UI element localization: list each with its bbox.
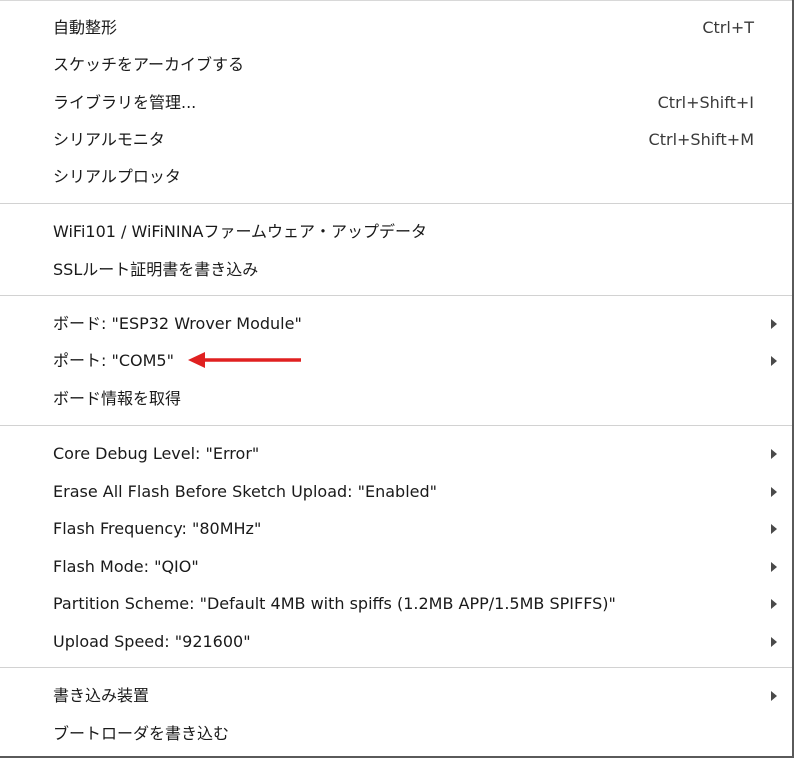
menu-item-serial-plotter[interactable]: シリアルプロッタ (0, 158, 792, 195)
chevron-right-icon (771, 319, 777, 329)
menu-item-wifi-firmware-updater[interactable]: WiFi101 / WiFiNINAファームウェア・アップデータ (0, 213, 792, 250)
menu-item-shortcut: Ctrl+Shift+I (657, 93, 754, 112)
menu-item-label: SSLルート証明書を書き込み (53, 260, 259, 279)
menu-item-shortcut: Ctrl+T (702, 18, 754, 37)
menu-separator (0, 425, 792, 426)
menu-item-upload-ssl-certificates[interactable]: SSLルート証明書を書き込み (0, 251, 792, 288)
chevron-right-icon (771, 691, 777, 701)
menu-item-label: ポート: "COM5" (53, 351, 174, 370)
red-arrow-icon (188, 352, 301, 368)
menu-item-label: Flash Frequency: "80MHz" (53, 519, 262, 538)
menu-item-flash-frequency[interactable]: Flash Frequency: "80MHz" (0, 510, 792, 547)
menu-item-label: Flash Mode: "QIO" (53, 557, 199, 576)
menu-item-shortcut: Ctrl+Shift+M (648, 130, 754, 149)
chevron-right-icon (771, 356, 777, 366)
menu-separator (0, 203, 792, 204)
menu-item-label: シリアルモニタ (53, 130, 165, 149)
menu-item-erase-all-flash[interactable]: Erase All Flash Before Sketch Upload: "E… (0, 473, 792, 510)
menu-item-label: 書き込み装置 (53, 686, 150, 705)
menu-item-upload-speed[interactable]: Upload Speed: "921600" (0, 623, 792, 660)
menu-item-label: シリアルプロッタ (53, 167, 181, 186)
menu-item-label: WiFi101 / WiFiNINAファームウェア・アップデータ (53, 222, 428, 241)
menu-item-board-info[interactable]: ボード情報を取得 (0, 380, 792, 417)
menu-item-auto-format[interactable]: 自動整形 Ctrl+T (0, 9, 792, 46)
menu-separator (0, 295, 792, 296)
chevron-right-icon (771, 524, 777, 534)
menu-item-manage-libraries[interactable]: ライブラリを管理... Ctrl+Shift+I (0, 84, 792, 121)
menu-item-partition-scheme[interactable]: Partition Scheme: "Default 4MB with spif… (0, 585, 792, 622)
menu-item-flash-mode[interactable]: Flash Mode: "QIO" (0, 548, 792, 585)
menu-item-archive-sketch[interactable]: スケッチをアーカイブする (0, 46, 792, 83)
menu-item-label: ボード情報を取得 (53, 389, 182, 408)
menu-item-board[interactable]: ボード: "ESP32 Wrover Module" (0, 305, 792, 342)
chevron-right-icon (771, 599, 777, 609)
chevron-right-icon (771, 637, 777, 647)
menu-top-edge (0, 0, 792, 1)
menu-item-label: Upload Speed: "921600" (53, 632, 251, 651)
chevron-right-icon (771, 487, 777, 497)
menu-item-label: Core Debug Level: "Error" (53, 444, 260, 463)
menu-item-label: 自動整形 (53, 18, 118, 37)
chevron-right-icon (771, 449, 777, 459)
menu-item-programmer[interactable]: 書き込み装置 (0, 677, 792, 714)
menu-item-label: ライブラリを管理... (53, 93, 197, 112)
menu-item-port[interactable]: ポート: "COM5" (0, 342, 792, 379)
menu-item-core-debug-level[interactable]: Core Debug Level: "Error" (0, 435, 792, 472)
menu-item-label: スケッチをアーカイブする (53, 55, 245, 74)
menu-item-burn-bootloader[interactable]: ブートローダを書き込む (0, 715, 792, 752)
menu-separator (0, 667, 792, 668)
menu-item-label: ボード: "ESP32 Wrover Module" (53, 314, 302, 333)
menu-item-label: Partition Scheme: "Default 4MB with spif… (53, 594, 616, 613)
menu-item-serial-monitor[interactable]: シリアルモニタ Ctrl+Shift+M (0, 121, 792, 158)
menu-item-label: ブートローダを書き込む (53, 724, 230, 743)
chevron-right-icon (771, 562, 777, 572)
menu-item-label: Erase All Flash Before Sketch Upload: "E… (53, 482, 437, 501)
tools-dropdown-menu: 自動整形 Ctrl+T スケッチをアーカイブする ライブラリを管理... Ctr… (0, 0, 794, 758)
